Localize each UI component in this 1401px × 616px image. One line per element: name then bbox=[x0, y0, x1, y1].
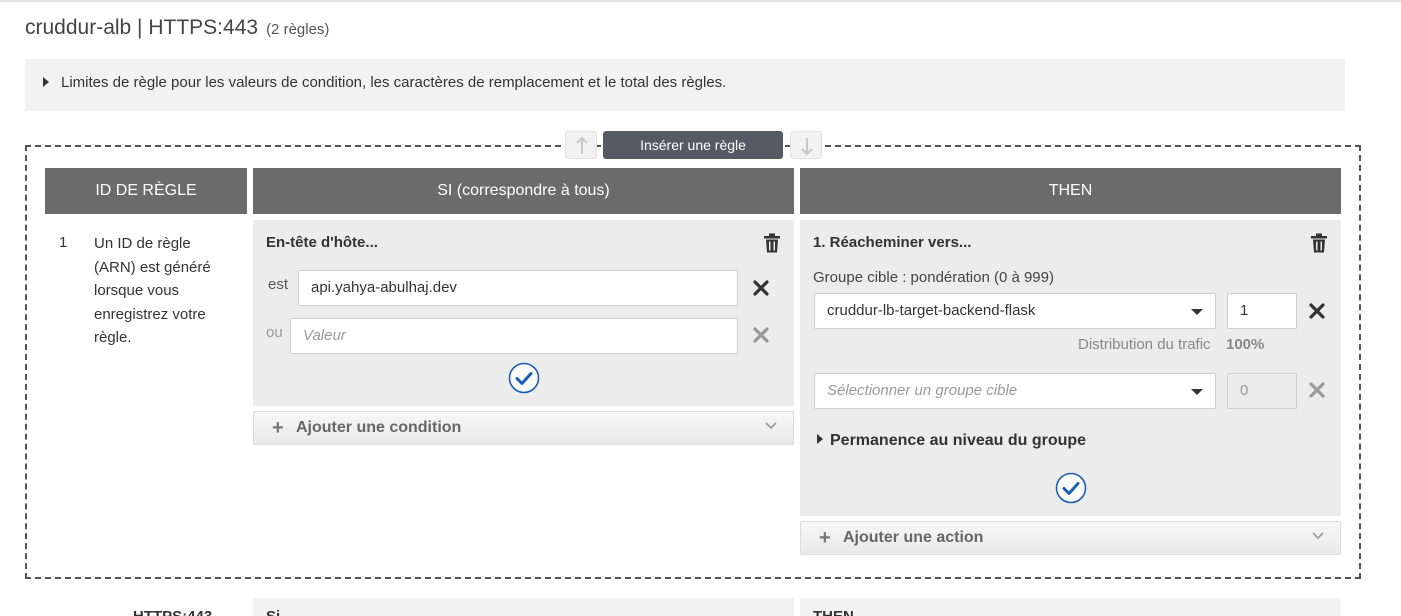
rule-id-description: Un ID de règle (ARN) est généré lorsque … bbox=[94, 235, 211, 346]
next-rule-if-text: Si bbox=[266, 608, 280, 616]
column-header-then: THEN bbox=[800, 168, 1341, 214]
arrow-down-icon bbox=[801, 138, 813, 155]
target-group-weight-label: Groupe cible : pondération (0 à 999) bbox=[813, 269, 1054, 286]
limits-text: Limites de règle pour les valeurs de con… bbox=[61, 74, 727, 91]
page-title: cruddur-alb | HTTPS:443 (2 règles) bbox=[25, 16, 329, 40]
add-condition-button[interactable]: + Ajouter une condition bbox=[253, 411, 794, 445]
dropdown-arrow-icon bbox=[1191, 389, 1203, 395]
move-rule-up-button[interactable] bbox=[565, 131, 597, 159]
top-border bbox=[0, 0, 1401, 2]
next-rule-listener: HTTPS:443 bbox=[133, 608, 212, 616]
host-header-extra-value-input[interactable]: Valeur bbox=[290, 318, 738, 354]
column-header-if: SI (correspondre à tous) bbox=[253, 168, 794, 214]
remove-value-icon[interactable] bbox=[752, 279, 770, 297]
traffic-distribution-value: 100% bbox=[1226, 336, 1265, 353]
second-target-group-select[interactable]: Sélectionner un groupe cible bbox=[814, 373, 1216, 409]
trash-icon[interactable] bbox=[1310, 233, 1328, 253]
condition-title: En-tête d'hôte... bbox=[266, 234, 378, 251]
confirm-condition-check-icon[interactable] bbox=[508, 362, 540, 394]
remove-second-target-group-icon[interactable] bbox=[1308, 381, 1326, 399]
limits-expander[interactable]: Limites de règle pour les valeurs de con… bbox=[25, 59, 1345, 111]
action-title: 1. Réacheminer vers... bbox=[813, 234, 972, 251]
chevron-down-icon bbox=[765, 422, 777, 430]
move-rule-down-button[interactable] bbox=[790, 131, 822, 159]
rule-number: 1 bbox=[59, 234, 68, 251]
remove-extra-value-icon[interactable] bbox=[752, 326, 770, 344]
caret-right-icon bbox=[43, 77, 49, 87]
plus-icon: + bbox=[272, 417, 284, 439]
weight-input[interactable]: 1 bbox=[1227, 293, 1297, 329]
insert-rule-button[interactable]: Insérer une règle bbox=[603, 131, 783, 159]
add-action-label: Ajouter une action bbox=[843, 529, 984, 546]
is-label: est bbox=[268, 276, 289, 293]
chevron-down-icon bbox=[1312, 532, 1324, 540]
second-target-group-placeholder: Sélectionner un groupe cible bbox=[827, 382, 1018, 399]
caret-right-icon bbox=[817, 434, 823, 444]
plus-icon: + bbox=[819, 527, 831, 549]
rule-count: (2 règles) bbox=[266, 21, 330, 38]
column-header-rule-id: ID DE RÈGLE bbox=[45, 168, 247, 214]
next-rule-if-panel: Si bbox=[253, 598, 794, 616]
arrow-up-icon bbox=[576, 137, 588, 154]
group-stickiness-expander[interactable]: Permanence au niveau du groupe bbox=[817, 432, 1086, 450]
add-condition-label: Ajouter une condition bbox=[296, 419, 462, 436]
target-group-value: cruddur-lb-target-backend-flask bbox=[827, 302, 1036, 319]
dropdown-arrow-icon bbox=[1191, 309, 1203, 315]
traffic-distribution-label: Distribution du trafic bbox=[1078, 336, 1211, 353]
remove-target-group-icon[interactable] bbox=[1308, 302, 1326, 320]
next-rule-then-panel: THEN bbox=[800, 598, 1341, 616]
target-group-select[interactable]: cruddur-lb-target-backend-flask bbox=[814, 293, 1216, 329]
confirm-action-check-icon[interactable] bbox=[1055, 472, 1087, 504]
listener-title: cruddur-alb | HTTPS:443 bbox=[25, 16, 259, 39]
next-rule-then-text: THEN bbox=[813, 608, 854, 616]
trash-icon[interactable] bbox=[763, 233, 781, 253]
host-header-value-input[interactable]: api.yahya-abulhaj.dev bbox=[298, 270, 738, 306]
or-label: ou bbox=[266, 324, 283, 341]
add-action-button[interactable]: + Ajouter une action bbox=[800, 521, 1341, 555]
second-weight-input[interactable]: 0 bbox=[1227, 373, 1297, 409]
group-stickiness-label: Permanence au niveau du groupe bbox=[830, 432, 1087, 449]
